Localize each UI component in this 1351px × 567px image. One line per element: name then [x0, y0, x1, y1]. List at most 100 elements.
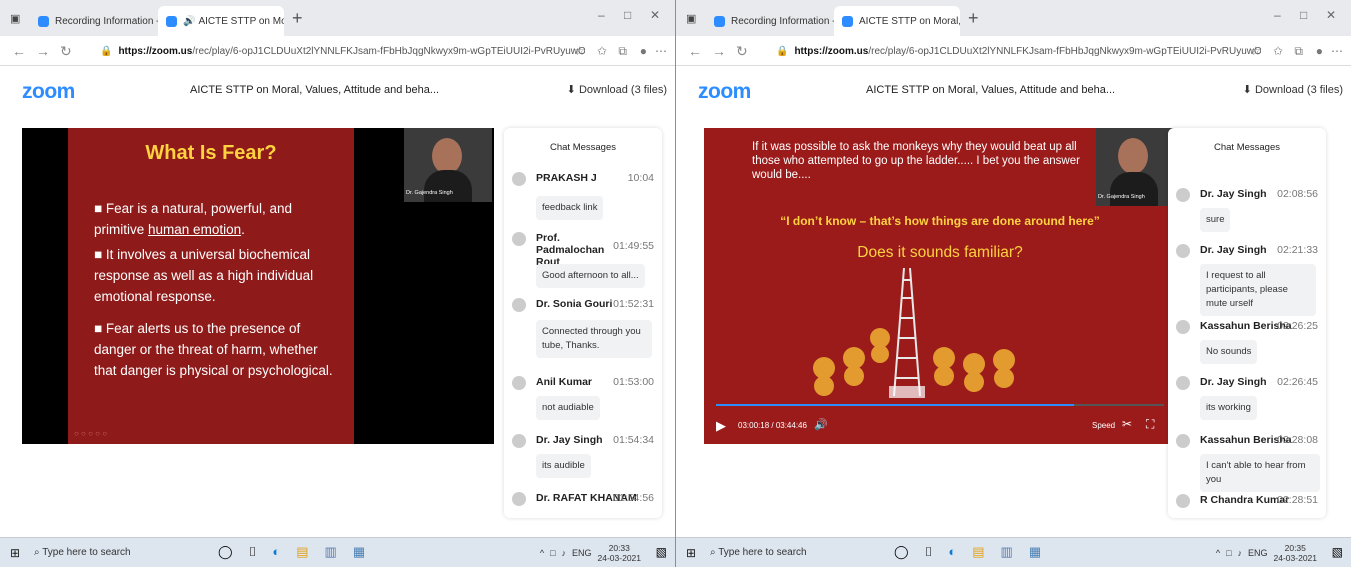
progress-track[interactable]: [716, 404, 1164, 406]
avatar: [512, 232, 526, 246]
new-tab-icon[interactable]: +: [292, 8, 303, 29]
more-icon[interactable]: ⋯: [655, 44, 667, 58]
clock[interactable]: 20:33 24-03-2021: [598, 543, 641, 563]
back-icon[interactable]: ←: [688, 43, 702, 59]
taskbar-search[interactable]: ⌕ Type here to search: [710, 547, 807, 558]
tab-aicte-sttp[interactable]: AICTE STTP on Moral, Values, At ✕: [834, 6, 960, 36]
zoom-logo[interactable]: zoom: [22, 80, 75, 104]
chat-panel[interactable]: Chat Messages Dr. Jay Singh 02:08:56 sur…: [1168, 128, 1326, 518]
speaker-webcam: Dr. Gajendra Singh: [1096, 128, 1174, 206]
url-field[interactable]: 🔒 https://zoom.us/rec/play/6-opJ1CLDUuXt…: [776, 41, 1261, 61]
forward-icon[interactable]: →: [36, 43, 50, 59]
collections-icon[interactable]: ⧉: [618, 44, 627, 59]
speaker-face: [1118, 138, 1148, 174]
search-icon: ⌕: [34, 547, 40, 558]
favorites-bar-icon[interactable]: ✩: [1273, 44, 1283, 58]
chat-panel[interactable]: Chat Messages PRAKASH J 10:04 feedback l…: [504, 128, 662, 518]
profile-icon[interactable]: ●: [640, 44, 647, 58]
message-time: 02:08:56: [1277, 188, 1318, 200]
app-icon[interactable]: ▦: [353, 544, 365, 560]
app-icon[interactable]: ▦: [1029, 544, 1041, 560]
minimize-icon[interactable]: –: [1274, 8, 1281, 22]
message-time: 10:04: [627, 172, 654, 184]
edge-icon[interactable]: ◐: [948, 544, 956, 560]
favorites-bar-icon[interactable]: ✩: [597, 44, 607, 58]
network-icon[interactable]: □: [550, 548, 555, 558]
more-icon[interactable]: ⋯: [1331, 44, 1343, 58]
windows-taskbar: ⊞ ⌕ Type here to search ◯ ⌷ ◐ ▤ ▥ ▦ ^ □ …: [676, 537, 1351, 567]
system-tray: ^ □ ♪ ENG 20:35 24-03-2021: [1216, 543, 1317, 563]
fullscreen-icon[interactable]: ⛶: [1146, 417, 1154, 432]
file-explorer-icon[interactable]: ▤: [296, 544, 308, 560]
new-tab-icon[interactable]: +: [968, 8, 979, 29]
avatar: [1176, 320, 1190, 334]
maximize-icon[interactable]: □: [624, 8, 631, 22]
url-path: /rec/play/6-opJ1CLDUuXt2lYNNLFKJsam-fFbH…: [192, 45, 585, 57]
current-time: 03:00:18: [738, 421, 770, 430]
taskbar-apps: ◯ ⌷ ◐ ▤ ▥ ▦: [218, 544, 365, 560]
file-explorer-icon[interactable]: ▤: [972, 544, 984, 560]
volume-icon[interactable]: ♪: [562, 548, 567, 558]
task-view-icon[interactable]: ⌷: [925, 544, 933, 560]
speaker-webcam: Dr. Gajendra Singh: [404, 128, 492, 202]
url-host: https://zoom.us: [118, 45, 193, 57]
notification-icon[interactable]: ▧: [656, 545, 667, 559]
volume-icon[interactable]: 🔊: [814, 418, 828, 431]
play-icon[interactable]: ▶: [716, 418, 726, 434]
video-player[interactable]: If it was possible to ask the monkeys wh…: [704, 128, 1176, 444]
speed-button[interactable]: Speed: [1092, 421, 1115, 430]
message-time: 01:52:31: [613, 298, 654, 310]
zoom-logo[interactable]: zoom: [698, 80, 751, 104]
window-close-icon[interactable]: ✕: [1326, 8, 1336, 22]
tab-aicte-sttp[interactable]: 🔊 AICTE STTP on Moral, Values, ✕: [158, 6, 284, 36]
sender-name: PRAKASH J: [536, 172, 597, 184]
forward-icon[interactable]: →: [712, 43, 726, 59]
favorite-icon[interactable]: ☆: [1250, 44, 1261, 58]
tray-chevron-icon[interactable]: ^: [540, 548, 544, 558]
avatar: [512, 434, 526, 448]
favorite-icon[interactable]: ☆: [574, 44, 585, 58]
cortana-icon[interactable]: ◯: [894, 544, 909, 560]
collections-icon[interactable]: ⧉: [1294, 44, 1303, 59]
monkeys-ladder-illustration: [813, 268, 1015, 398]
minimize-icon[interactable]: –: [598, 8, 605, 22]
lock-icon: 🔒: [100, 45, 113, 57]
edge-icon[interactable]: ◐: [272, 544, 280, 560]
url-field[interactable]: 🔒 https://zoom.us/rec/play/6-opJ1CLDUuXt…: [100, 41, 585, 61]
window-close-icon[interactable]: ✕: [650, 8, 660, 22]
video-player[interactable]: What Is Fear? ■ Fear is a natural, power…: [22, 128, 494, 444]
tab-label: AICTE STTP on Moral, Values,: [198, 15, 284, 27]
zoom-favicon: [38, 15, 49, 27]
profile-icon[interactable]: ●: [1316, 44, 1323, 58]
message-time: 01:53:00: [613, 376, 654, 388]
download-button[interactable]: ⬇ Download (3 files): [567, 83, 667, 96]
browser-tab-icon[interactable]: ▣: [686, 12, 696, 25]
windows-start-icon[interactable]: ⊞: [10, 546, 20, 560]
scissors-icon[interactable]: ✂: [1122, 417, 1132, 431]
message-time: 02:26:45: [1277, 376, 1318, 388]
notification-icon[interactable]: ▧: [1332, 545, 1343, 559]
cortana-icon[interactable]: ◯: [218, 544, 233, 560]
tray-chevron-icon[interactable]: ^: [1216, 548, 1220, 558]
refresh-icon[interactable]: ↻: [60, 43, 72, 60]
task-view-icon[interactable]: ⌷: [249, 544, 257, 560]
volume-icon[interactable]: ♪: [1238, 548, 1243, 558]
network-icon[interactable]: □: [1226, 548, 1231, 558]
language-indicator[interactable]: ENG: [1248, 548, 1268, 558]
language-indicator[interactable]: ENG: [572, 548, 592, 558]
system-tray: ^ □ ♪ ENG 20:33 24-03-2021: [540, 543, 641, 563]
clock[interactable]: 20:35 24-03-2021: [1274, 543, 1317, 563]
store-icon[interactable]: ▥: [1001, 544, 1013, 560]
download-button[interactable]: ⬇ Download (3 files): [1243, 83, 1343, 96]
maximize-icon[interactable]: □: [1300, 8, 1307, 22]
download-label: Download (3 files): [1254, 84, 1343, 96]
back-icon[interactable]: ←: [12, 43, 26, 59]
taskbar-search[interactable]: ⌕ Type here to search: [34, 547, 131, 558]
refresh-icon[interactable]: ↻: [736, 43, 748, 60]
windows-start-icon[interactable]: ⊞: [686, 546, 696, 560]
bullet-text-end: .: [241, 222, 245, 237]
browser-tab-icon[interactable]: ▣: [10, 12, 20, 25]
slide-bullet-2: ■ It involves a universal biochemical re…: [94, 247, 314, 304]
message-time: 02:28:51: [1277, 494, 1318, 506]
store-icon[interactable]: ▥: [325, 544, 337, 560]
